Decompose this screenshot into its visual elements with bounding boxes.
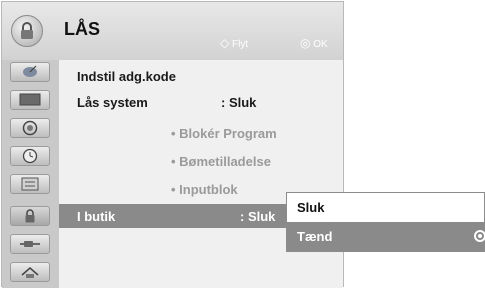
satellite-dish-icon[interactable] — [10, 62, 50, 82]
ok-hint-label: OK — [313, 39, 328, 50]
settings-list: Indstil adg.kode Lås system : Sluk • Blo… — [59, 60, 343, 288]
sidebar — [2, 60, 59, 288]
lock-tab-icon[interactable] — [10, 206, 50, 226]
usb-icon[interactable] — [10, 262, 50, 282]
menu-item-block-program: • Blokér Program — [171, 126, 277, 141]
option-icon[interactable] — [10, 174, 50, 194]
input-plug-icon[interactable] — [10, 234, 50, 254]
ok-button-icon: ◎ — [300, 36, 311, 50]
option-off[interactable]: Sluk — [287, 193, 484, 222]
ok-hint: ◎ OK — [300, 36, 328, 50]
radio-selected-icon — [474, 230, 485, 242]
clock-icon[interactable] — [10, 146, 50, 166]
menu-item-parental-guidance: • Bømetilladelse — [171, 154, 271, 169]
speaker-icon[interactable] — [10, 118, 50, 138]
store-mode-dropdown: Sluk Tænd — [286, 192, 485, 252]
move-hint: ◇ Flyt — [220, 36, 248, 50]
move-hint-label: Flyt — [232, 39, 249, 50]
lock-icon — [11, 15, 43, 47]
move-arrows-icon: ◇ — [220, 36, 230, 50]
menu-item-set-password[interactable]: Indstil adg.kode — [59, 64, 343, 88]
menu-item-lock-system[interactable]: Lås system : Sluk — [59, 90, 343, 114]
option-on[interactable]: Tænd — [287, 222, 485, 251]
page-title: LÅS — [64, 19, 100, 39]
screen-icon[interactable] — [10, 90, 50, 110]
menu-header: LÅS ◇ Flyt ◎ OK — [2, 2, 343, 60]
